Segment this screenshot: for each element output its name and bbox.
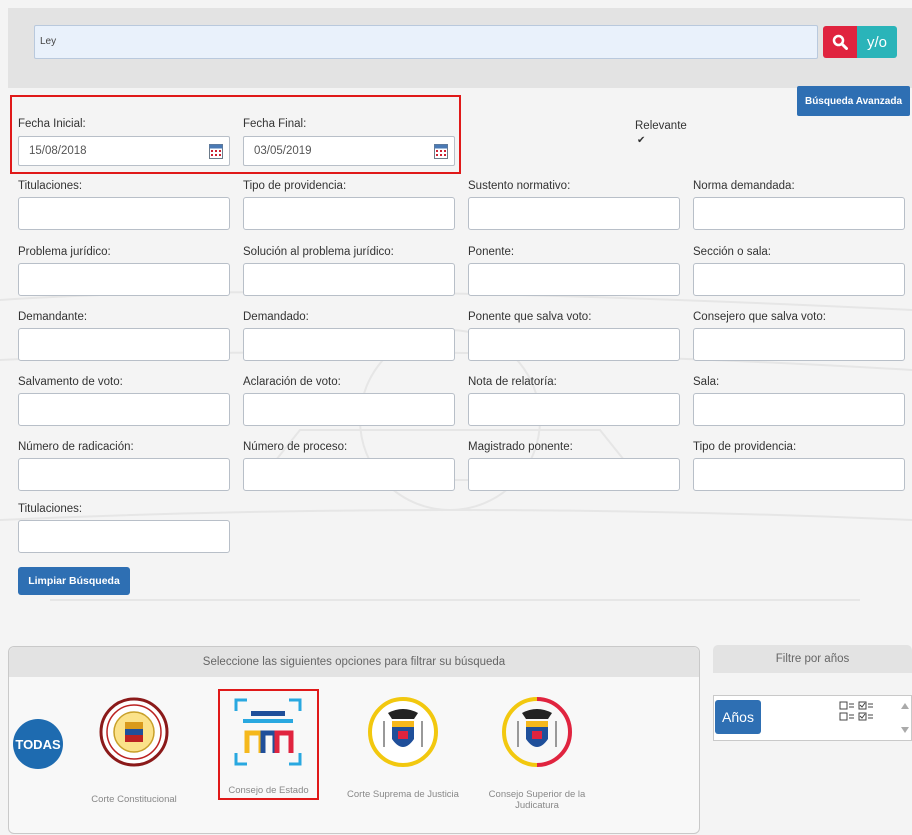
todas-button[interactable]: TODAS bbox=[13, 719, 63, 769]
field-input[interactable] bbox=[18, 520, 230, 553]
start-date-value: 15/08/2018 bbox=[29, 145, 87, 157]
field-label: Tipo de providencia: bbox=[243, 180, 347, 192]
field-input[interactable] bbox=[18, 458, 230, 491]
court-caption-corte-constitucional: Corte Constitucional bbox=[91, 794, 177, 805]
field-input[interactable] bbox=[693, 328, 905, 361]
court-filter-header: Seleccione las siguientes opciones para … bbox=[9, 647, 699, 677]
end-date-input[interactable]: 03/05/2019 bbox=[243, 136, 455, 166]
corte-suprema-coat-of-arms-icon[interactable] bbox=[368, 697, 438, 767]
start-date-label: Fecha Inicial: bbox=[18, 118, 86, 130]
calendar-icon[interactable] bbox=[209, 143, 223, 159]
field-input[interactable] bbox=[468, 328, 680, 361]
field-label: Ponente: bbox=[468, 246, 515, 258]
corte-constitucional-seal-icon[interactable] bbox=[99, 697, 169, 767]
advanced-search-button[interactable]: Búsqueda Avanzada bbox=[797, 86, 910, 116]
and-or-operator-button[interactable]: y/o bbox=[857, 26, 897, 58]
field-input[interactable] bbox=[18, 197, 230, 230]
relevante-checkbox[interactable]: ✔ bbox=[637, 136, 647, 146]
relevante-label: Relevante bbox=[635, 120, 687, 132]
field-label: Demandante: bbox=[18, 311, 88, 323]
years-filter-box: Años bbox=[713, 695, 912, 741]
select-all-icon[interactable] bbox=[839, 701, 875, 723]
end-date-label: Fecha Final: bbox=[243, 118, 307, 130]
field-label: Titulaciones: bbox=[18, 503, 83, 515]
field-label: Aclaración de voto: bbox=[243, 376, 341, 388]
field-label: Consejero que salva voto: bbox=[693, 311, 826, 323]
field-input[interactable] bbox=[693, 197, 905, 230]
field-label: Demandado: bbox=[243, 311, 309, 323]
field-label: Ponente que salva voto: bbox=[468, 311, 592, 323]
calendar-icon[interactable] bbox=[434, 143, 448, 159]
field-input[interactable] bbox=[243, 328, 455, 361]
clear-search-button[interactable]: Limpiar Búsqueda bbox=[18, 567, 130, 595]
scroll-down-icon[interactable] bbox=[901, 727, 909, 733]
years-scrollbar[interactable] bbox=[899, 699, 911, 737]
field-label: Solución al problema jurídico: bbox=[243, 246, 394, 258]
field-input[interactable] bbox=[18, 393, 230, 426]
field-label: Titulaciones: bbox=[18, 180, 83, 192]
search-input[interactable]: Ley bbox=[34, 25, 818, 59]
years-button[interactable]: Años bbox=[715, 700, 761, 734]
todas-label: TODAS bbox=[15, 736, 61, 752]
field-input[interactable] bbox=[468, 458, 680, 491]
court-caption-corte-suprema: Corte Suprema de Justicia bbox=[347, 789, 459, 800]
search-icon bbox=[832, 34, 848, 50]
field-input[interactable] bbox=[18, 328, 230, 361]
field-label: Norma demandada: bbox=[693, 180, 795, 192]
field-label: Sustento normativo: bbox=[468, 180, 571, 192]
field-input[interactable] bbox=[468, 393, 680, 426]
field-input[interactable] bbox=[693, 263, 905, 296]
field-input[interactable] bbox=[18, 263, 230, 296]
scroll-up-icon[interactable] bbox=[901, 703, 909, 709]
field-label: Salvamento de voto: bbox=[18, 376, 123, 388]
field-label: Sala: bbox=[693, 376, 720, 388]
field-input[interactable] bbox=[243, 458, 455, 491]
search-button[interactable] bbox=[823, 26, 857, 58]
court-caption-consejo-superior: Consejo Superior de la Judicatura bbox=[488, 789, 586, 811]
field-input[interactable] bbox=[243, 393, 455, 426]
field-input[interactable] bbox=[468, 197, 680, 230]
field-label: Nota de relatoría: bbox=[468, 376, 557, 388]
end-date-value: 03/05/2019 bbox=[254, 145, 312, 157]
field-input[interactable] bbox=[468, 263, 680, 296]
start-date-input[interactable]: 15/08/2018 bbox=[18, 136, 230, 166]
consejo-superior-coat-of-arms-icon[interactable] bbox=[502, 697, 572, 767]
field-label: Problema jurídico: bbox=[18, 246, 111, 258]
years-filter-header: Filtre por años bbox=[713, 645, 912, 673]
field-label: Número de proceso: bbox=[243, 441, 348, 453]
field-label: Sección o sala: bbox=[693, 246, 771, 258]
field-label: Tipo de providencia: bbox=[693, 441, 797, 453]
field-label: Magistrado ponente: bbox=[468, 441, 573, 453]
field-input[interactable] bbox=[243, 263, 455, 296]
court-caption-consejo-de-estado: Consejo de Estado bbox=[228, 785, 309, 796]
field-label: Número de radicación: bbox=[18, 441, 134, 453]
years-filter-panel: Filtre por años Años bbox=[713, 645, 912, 741]
field-input[interactable] bbox=[693, 393, 905, 426]
consejo-de-estado-logo-icon[interactable] bbox=[233, 697, 303, 767]
field-input[interactable] bbox=[243, 197, 455, 230]
field-input[interactable] bbox=[693, 458, 905, 491]
